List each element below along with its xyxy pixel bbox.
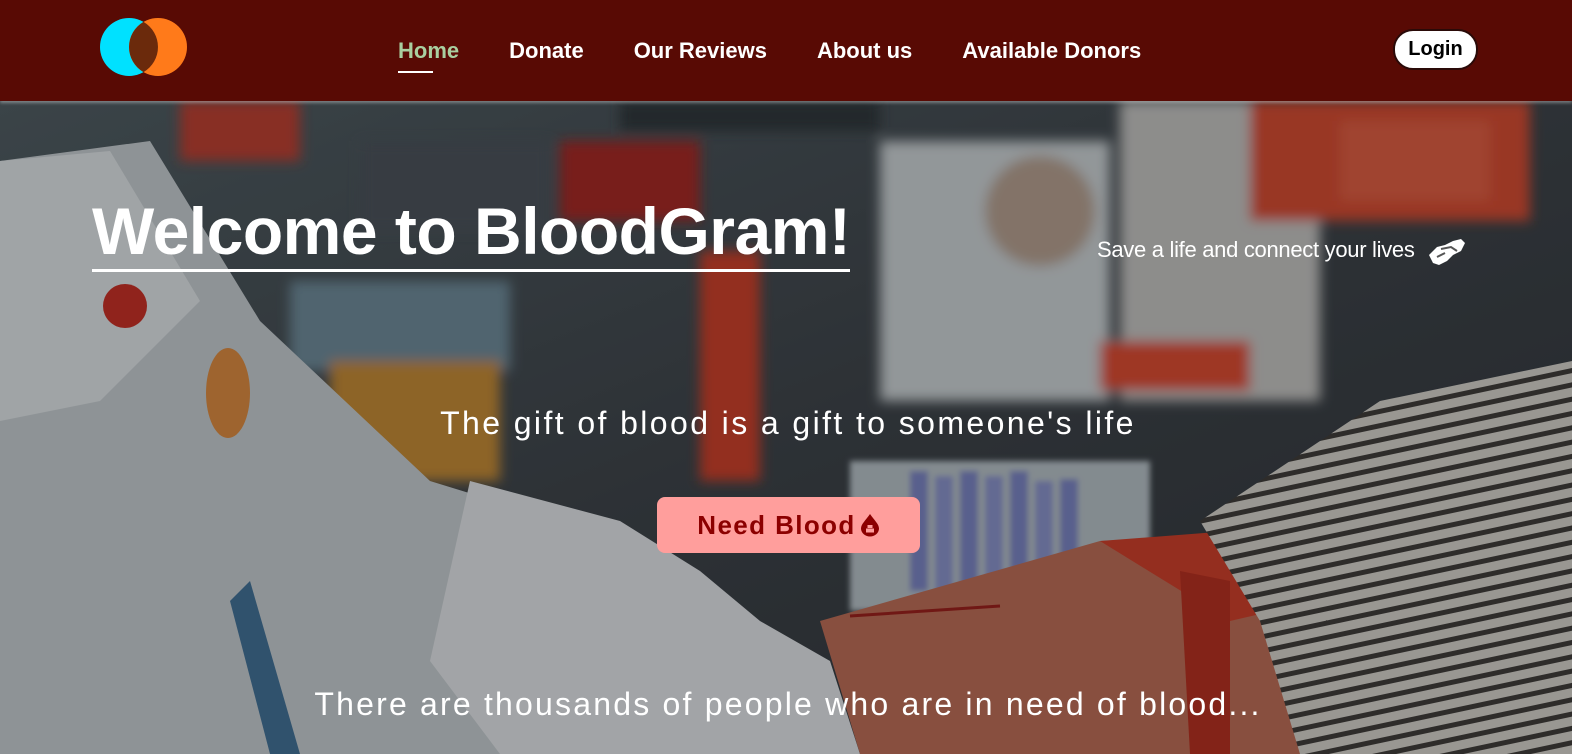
main-nav: Home Donate Our Reviews About us Availab…	[398, 0, 1191, 101]
hero-title: Welcome to BloodGram!	[92, 197, 851, 272]
need-blood-button[interactable]: Need Blood	[657, 497, 920, 553]
gift-of-blood-text: The gift of blood is a gift to someone's…	[440, 405, 1136, 441]
brand-logo-icon[interactable]	[100, 18, 190, 76]
nav-link-donate[interactable]: Donate	[509, 38, 584, 64]
nav-link-home[interactable]: Home	[398, 38, 459, 73]
hero-section: Welcome to BloodGram! Save a life and co…	[0, 101, 1572, 754]
nav-link-our-reviews[interactable]: Our Reviews	[634, 38, 767, 64]
blood-drop-icon	[860, 514, 879, 537]
hero-tagline: Save a life and connect your lives	[1097, 233, 1467, 267]
nav-link-about-us[interactable]: About us	[817, 38, 912, 64]
login-button[interactable]: Login	[1393, 29, 1478, 70]
need-blood-label: Need Blood	[697, 509, 856, 540]
top-navbar: Home Donate Our Reviews About us Availab…	[0, 0, 1572, 101]
handshake-icon	[1428, 239, 1465, 265]
need-of-blood-text: There are thousands of people who are in…	[314, 686, 1262, 722]
nav-link-available-donors[interactable]: Available Donors	[962, 38, 1141, 64]
hero-tagline-text: Save a life and connect your lives	[1097, 237, 1415, 262]
